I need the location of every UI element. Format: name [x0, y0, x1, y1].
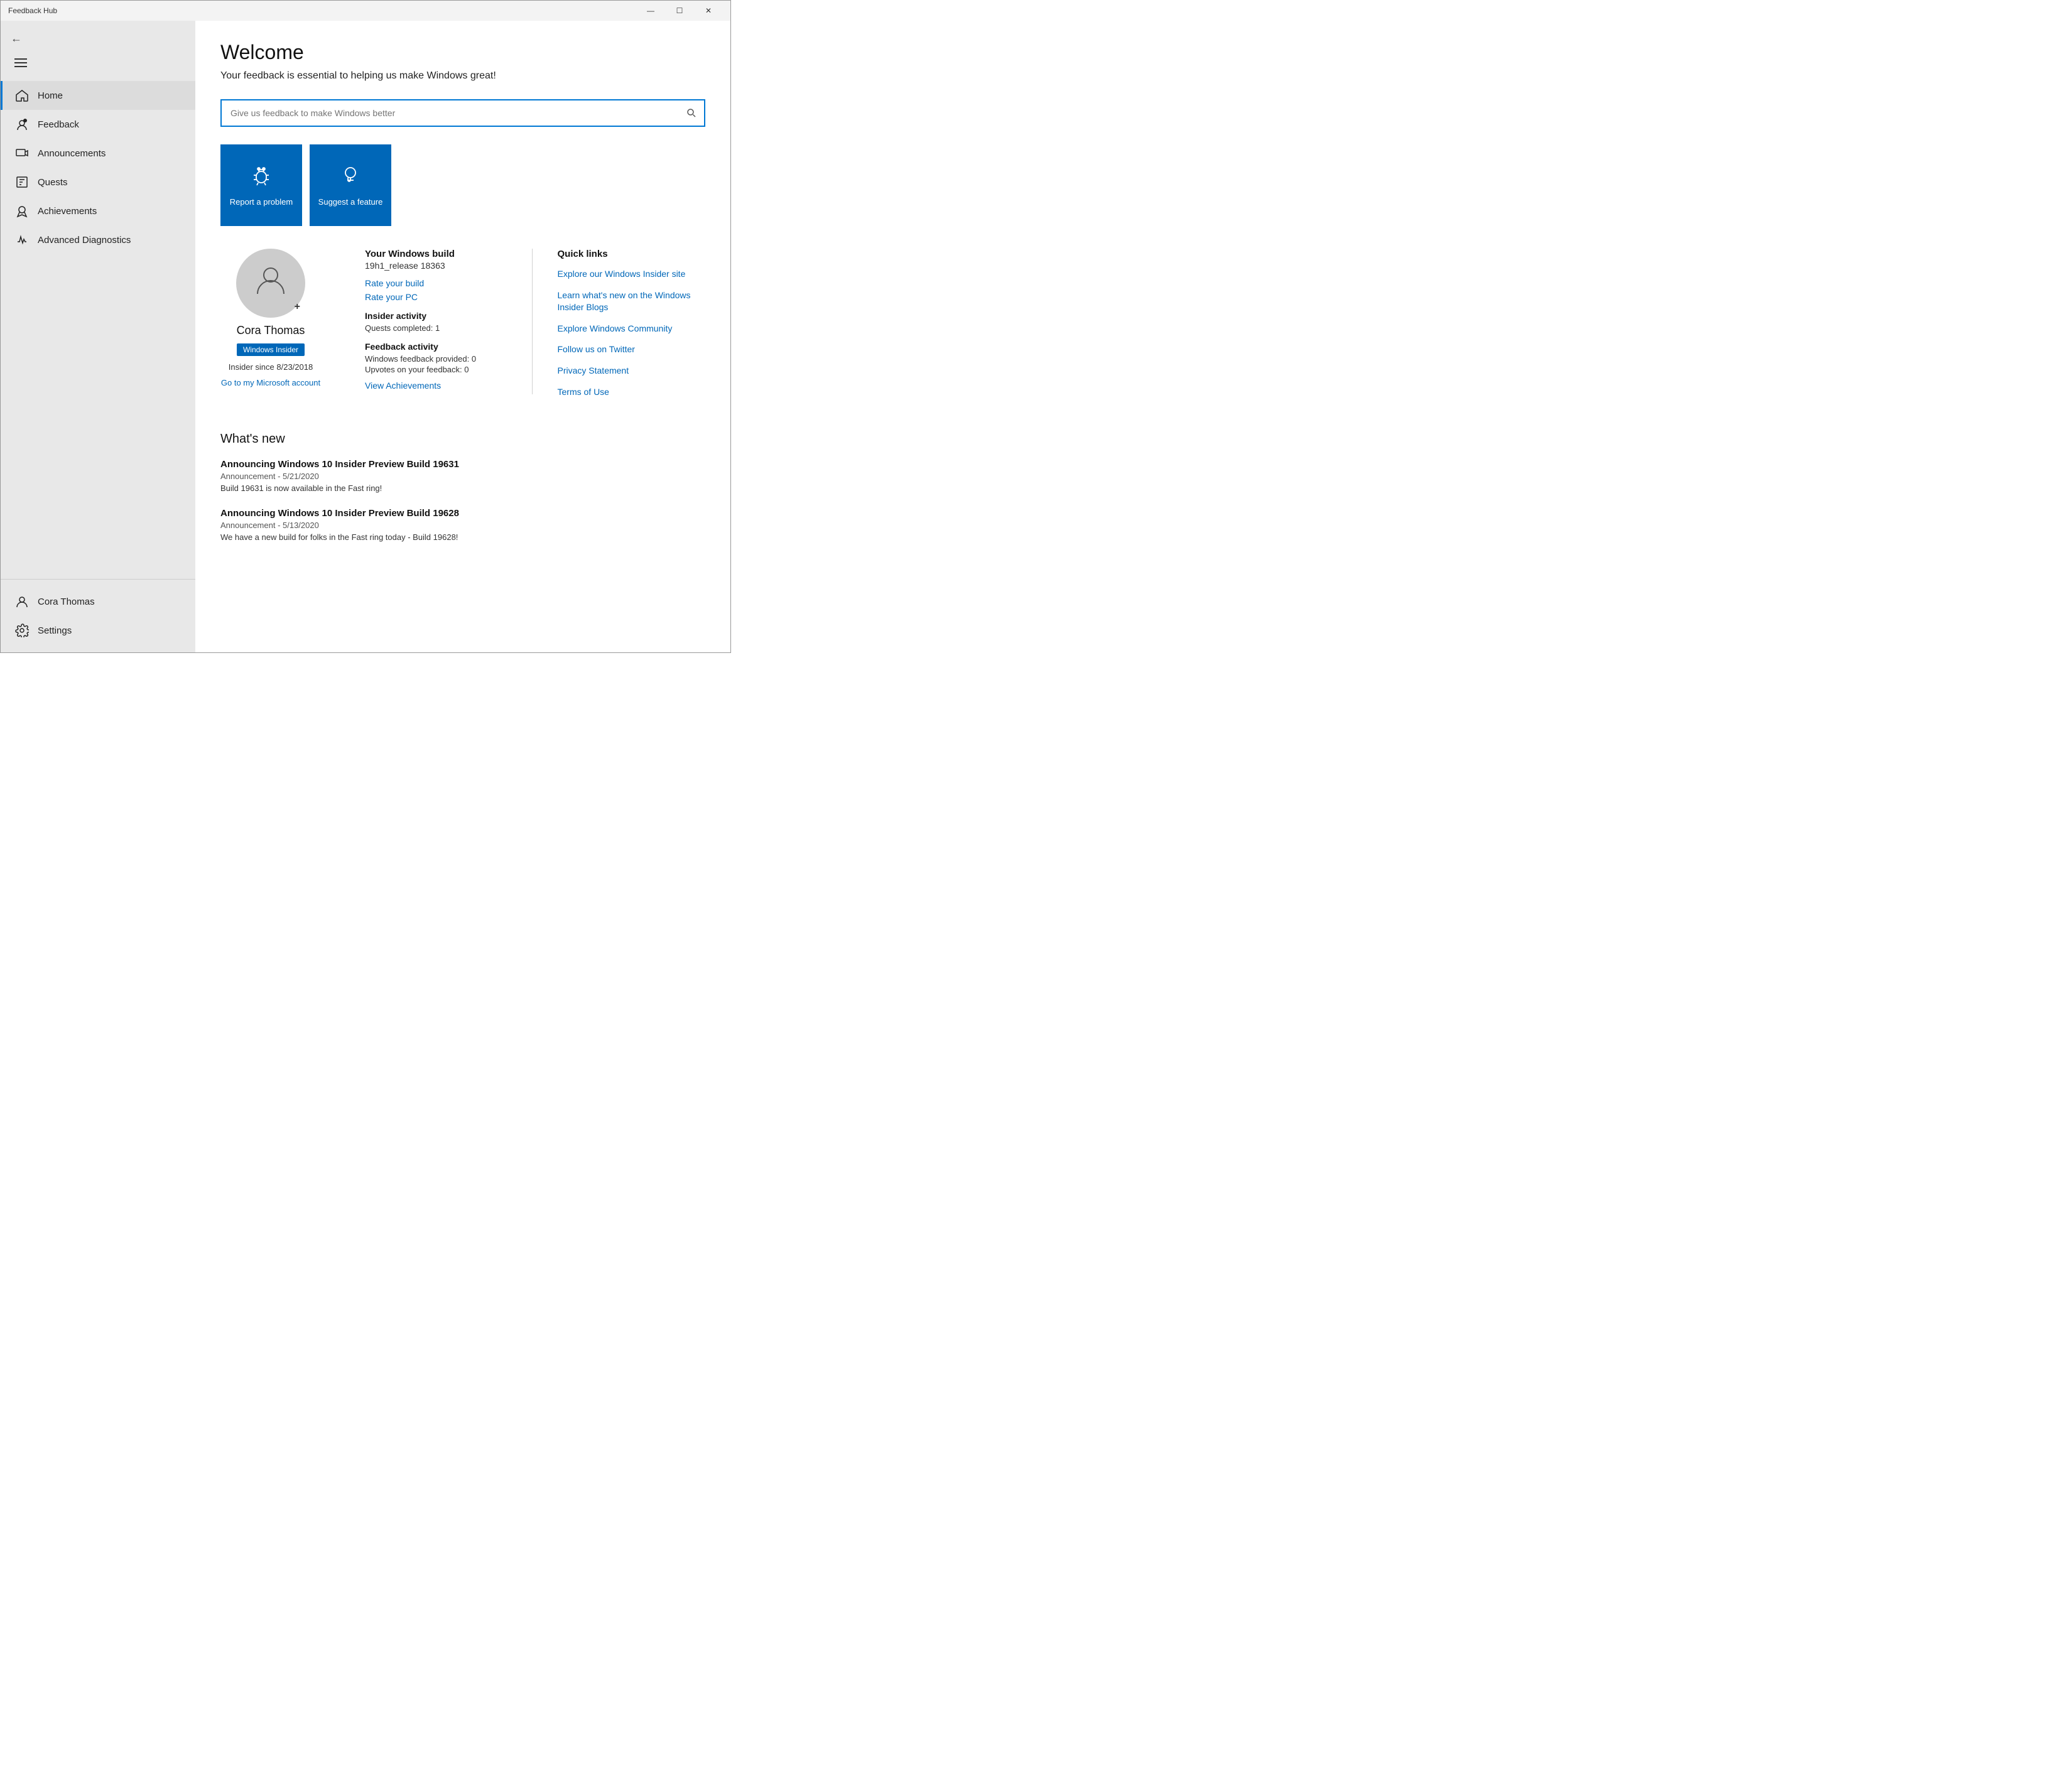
- profile-left: + Cora Thomas Windows Insider Insider si…: [220, 249, 346, 387]
- welcome-subtitle: Your feedback is essential to helping us…: [220, 70, 705, 82]
- news-item-desc-0: Build 19631 is now available in the Fast…: [220, 483, 705, 493]
- diagnostics-icon: [15, 233, 29, 247]
- quick-link-terms[interactable]: Terms of Use: [558, 386, 706, 399]
- sidebar-item-label: Announcements: [38, 148, 106, 159]
- sidebar-top: ←: [1, 21, 195, 81]
- hamburger-line: [14, 66, 27, 67]
- quick-link-privacy[interactable]: Privacy Statement: [558, 365, 706, 377]
- app-title: Feedback Hub: [8, 6, 57, 15]
- search-button[interactable]: [679, 100, 704, 126]
- quick-links-title: Quick links: [558, 249, 706, 259]
- settings-icon: [15, 623, 29, 637]
- sidebar-item-achievements[interactable]: Achievements: [1, 197, 195, 225]
- suggest-feature-card[interactable]: Suggest a feature: [310, 144, 391, 226]
- news-item-1: Announcing Windows 10 Insider Preview Bu…: [220, 508, 705, 542]
- sidebar-item-label: Advanced Diagnostics: [38, 235, 131, 246]
- quests-completed: Quests completed: 1: [365, 323, 513, 333]
- profile-right: Quick links Explore our Windows Insider …: [533, 249, 706, 407]
- insider-since: Insider since 8/23/2018: [229, 362, 313, 372]
- sidebar-item-home[interactable]: Home: [1, 81, 195, 110]
- sidebar-item-label: Feedback: [38, 119, 79, 130]
- window-controls: — ☐ ✕: [636, 1, 723, 21]
- quick-link-learn-new[interactable]: Learn what's new on the Windows Insider …: [558, 289, 706, 314]
- insider-badge: Windows Insider: [237, 343, 305, 356]
- windows-feedback: Windows feedback provided: 0: [365, 354, 513, 364]
- action-cards: Report a problem Suggest a feature: [220, 144, 705, 226]
- feedback-icon: [15, 117, 29, 131]
- user-icon: [15, 595, 29, 608]
- profile-name: Cora Thomas: [237, 324, 305, 337]
- search-input[interactable]: [222, 102, 679, 124]
- sidebar-item-advanced-diagnostics[interactable]: Advanced Diagnostics: [1, 225, 195, 254]
- minimize-button[interactable]: —: [636, 1, 665, 21]
- quick-link-explore-insider[interactable]: Explore our Windows Insider site: [558, 268, 706, 281]
- sidebar-item-label: Home: [38, 90, 63, 101]
- news-item-title-0: Announcing Windows 10 Insider Preview Bu…: [220, 459, 705, 470]
- news-item-title-1: Announcing Windows 10 Insider Preview Bu…: [220, 508, 705, 519]
- view-achievements-link[interactable]: View Achievements: [365, 381, 513, 391]
- close-button[interactable]: ✕: [694, 1, 723, 21]
- announcements-icon: [15, 146, 29, 160]
- sidebar-item-label: Achievements: [38, 206, 97, 217]
- insider-activity-label: Insider activity: [365, 311, 513, 321]
- rate-pc-link[interactable]: Rate your PC: [365, 292, 513, 302]
- suggest-feature-label: Suggest a feature: [318, 197, 383, 208]
- avatar-icon: [254, 262, 288, 304]
- back-button[interactable]: ←: [11, 28, 31, 48]
- sidebar-item-user[interactable]: Cora Thomas: [1, 587, 195, 616]
- feedback-activity-label: Feedback activity: [365, 342, 513, 352]
- app-body: ← Home: [1, 21, 730, 652]
- titlebar: Feedback Hub — ☐ ✕: [1, 1, 730, 21]
- news-item-meta-1: Announcement - 5/13/2020: [220, 521, 705, 530]
- rate-build-link[interactable]: Rate your build: [365, 278, 513, 288]
- hamburger-line: [14, 62, 27, 63]
- news-item-0: Announcing Windows 10 Insider Preview Bu…: [220, 459, 705, 493]
- avatar: +: [236, 249, 305, 318]
- sidebar-item-quests[interactable]: Quests: [1, 168, 195, 197]
- maximize-button[interactable]: ☐: [665, 1, 694, 21]
- profile-middle: Your Windows build 19h1_release 18363 Ra…: [346, 249, 533, 394]
- sidebar-item-settings[interactable]: Settings: [1, 616, 195, 645]
- ms-account-link[interactable]: Go to my Microsoft account: [221, 378, 320, 387]
- avatar-plus-icon: +: [295, 301, 300, 313]
- build-label: Your Windows build: [365, 249, 513, 259]
- news-item-meta-0: Announcement - 5/21/2020: [220, 472, 705, 481]
- news-item-desc-1: We have a new build for folks in the Fas…: [220, 532, 705, 542]
- sidebar-item-announcements[interactable]: Announcements: [1, 139, 195, 168]
- achievements-icon: [15, 204, 29, 218]
- sidebar-item-feedback[interactable]: Feedback: [1, 110, 195, 139]
- quick-link-community[interactable]: Explore Windows Community: [558, 323, 706, 335]
- report-problem-label: Report a problem: [230, 197, 293, 208]
- sidebar-item-label: Quests: [38, 177, 68, 188]
- nav-items: Home Feedback: [1, 81, 195, 579]
- sidebar-item-label: Cora Thomas: [38, 596, 95, 607]
- profile-section: + Cora Thomas Windows Insider Insider si…: [220, 249, 705, 407]
- home-icon: [15, 89, 29, 102]
- lightbulb-icon: [338, 163, 363, 191]
- quick-link-twitter[interactable]: Follow us on Twitter: [558, 343, 706, 356]
- main-content: Welcome Your feedback is essential to he…: [195, 21, 730, 652]
- hamburger-line: [14, 58, 27, 60]
- bug-icon: [249, 163, 274, 191]
- report-problem-card[interactable]: Report a problem: [220, 144, 302, 226]
- sidebar-bottom: Cora Thomas Settings: [1, 579, 195, 652]
- hamburger-menu[interactable]: [11, 56, 31, 70]
- sidebar: ← Home: [1, 21, 195, 652]
- sidebar-item-label: Settings: [38, 625, 72, 636]
- page-title: Welcome: [220, 41, 705, 64]
- upvotes: Upvotes on your feedback: 0: [365, 365, 513, 374]
- search-bar: [220, 99, 705, 127]
- build-value: 19h1_release 18363: [365, 261, 513, 271]
- quests-icon: [15, 175, 29, 189]
- whats-new-title: What's new: [220, 432, 705, 446]
